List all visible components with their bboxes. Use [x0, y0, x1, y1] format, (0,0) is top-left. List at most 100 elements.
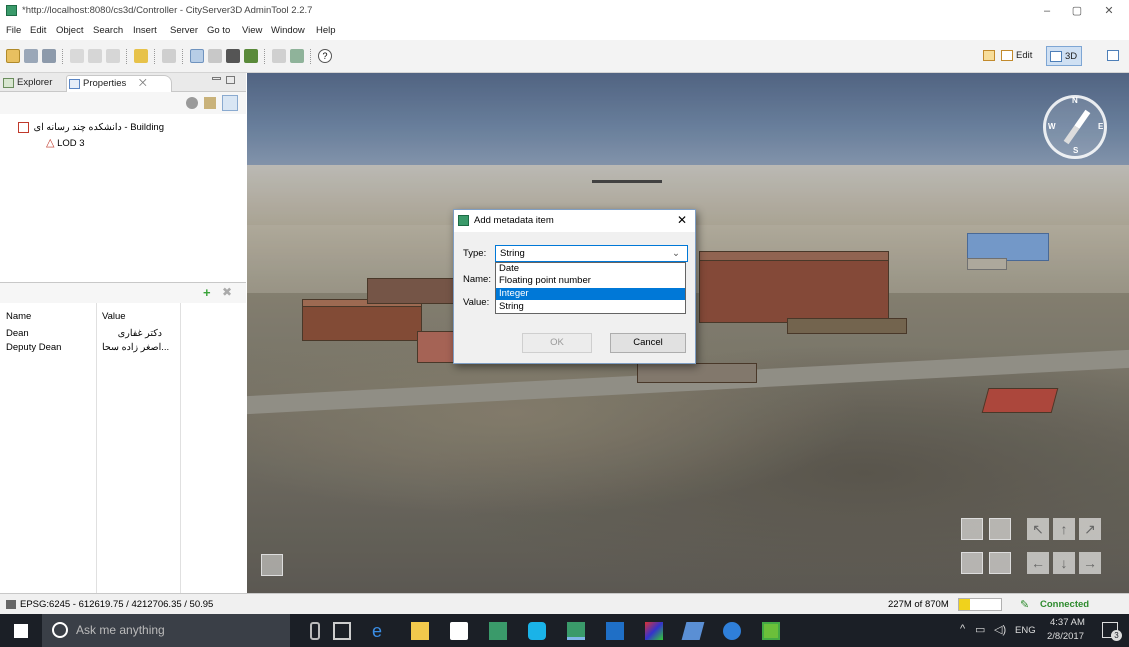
volume-icon[interactable]: ◁): [994, 623, 1006, 636]
focus-icon[interactable]: [208, 49, 222, 63]
menu-edit[interactable]: Edit: [30, 25, 46, 36]
colorful-app-icon[interactable]: [645, 622, 663, 640]
minimize-button[interactable]: –: [1032, 3, 1062, 19]
open-icon[interactable]: [6, 49, 20, 63]
navigate-icon[interactable]: [190, 49, 204, 63]
ce-app-icon[interactable]: [762, 622, 780, 640]
remove-icon[interactable]: ✖: [222, 285, 232, 299]
cancel-button[interactable]: Cancel: [610, 333, 686, 353]
dropdown-option-string[interactable]: String: [496, 301, 685, 313]
paste-icon[interactable]: [106, 49, 120, 63]
pan-up-left-icon[interactable]: ↖: [1027, 518, 1049, 540]
fly-icon[interactable]: [244, 49, 258, 63]
home-view-icon[interactable]: [261, 554, 283, 576]
tree-item-lod[interactable]: △ LOD 3: [46, 136, 85, 149]
property-name[interactable]: Dean: [6, 328, 29, 339]
link-object-icon[interactable]: [186, 97, 198, 109]
type-label: Type:: [463, 248, 487, 259]
language-indicator[interactable]: ENG: [1015, 625, 1036, 636]
dialog-close-icon[interactable]: ✕: [677, 213, 687, 227]
type-select[interactable]: String ⌄: [495, 245, 688, 262]
pan-up-right-icon[interactable]: ↗: [1079, 518, 1101, 540]
dropdown-option-date[interactable]: Date: [496, 263, 685, 275]
action-center-icon[interactable]: 3: [1102, 622, 1122, 641]
rotate-right-icon[interactable]: [961, 552, 983, 574]
pan-up-icon[interactable]: ↑: [1053, 518, 1075, 540]
windows-start-icon[interactable]: [14, 624, 28, 638]
tilt-down-icon[interactable]: [989, 552, 1011, 574]
menu-insert[interactable]: Insert: [133, 25, 157, 36]
window-title: *http://localhost:8080/cs3d/Controller -…: [22, 5, 313, 16]
pan-left-icon[interactable]: ←: [1027, 552, 1049, 574]
network-icon[interactable]: ▭: [975, 623, 985, 636]
cityserver-icon[interactable]: [567, 622, 585, 640]
microphone-icon[interactable]: [310, 622, 320, 640]
pan-down-icon[interactable]: ↓: [1053, 552, 1075, 574]
properties-icon: [69, 79, 80, 89]
network-app-icon[interactable]: [606, 622, 624, 640]
column-header-value[interactable]: Value: [102, 311, 126, 322]
menu-object[interactable]: Object: [56, 25, 83, 36]
ok-button[interactable]: OK: [522, 333, 592, 353]
clock-time[interactable]: 4:37 AM: [1050, 617, 1085, 628]
compass[interactable]: N S E W: [1043, 95, 1107, 159]
save-icon[interactable]: [24, 49, 38, 63]
tab-explorer[interactable]: Explorer: [1, 75, 65, 92]
menu-window[interactable]: Window: [271, 25, 305, 36]
pan-right-icon[interactable]: →: [1079, 552, 1101, 574]
skype-icon[interactable]: [528, 622, 546, 640]
save-all-icon[interactable]: [42, 49, 56, 63]
perspective-other[interactable]: [1104, 46, 1126, 66]
file-explorer-icon[interactable]: [411, 622, 429, 640]
close-tab-icon[interactable]: ⨉: [139, 76, 147, 92]
copy-icon[interactable]: [88, 49, 102, 63]
edge-icon[interactable]: e: [372, 622, 390, 640]
properties-pane: + ✖ Name Value Dean دکتر غفاری Deputy De…: [0, 282, 246, 594]
tree-item-building[interactable]: دانشکده چند رسانه ای - Building: [18, 122, 164, 133]
clock-date[interactable]: 2/8/2017: [1047, 631, 1084, 642]
table-perspective-icon: [1107, 50, 1119, 61]
tilt-up-icon[interactable]: [989, 518, 1011, 540]
chevron-up-icon[interactable]: ^: [960, 623, 965, 635]
add-icon[interactable]: +: [203, 285, 211, 300]
perspective-3d[interactable]: 3D: [1046, 46, 1083, 66]
maximize-view-icon[interactable]: [226, 76, 235, 84]
menu-file[interactable]: File: [6, 25, 21, 36]
link-icon[interactable]: [162, 49, 176, 63]
app-icon-green[interactable]: [489, 622, 507, 640]
memory-bar[interactable]: [958, 598, 1002, 611]
dropdown-option-integer[interactable]: Integer: [496, 288, 685, 300]
explorer-icon: [3, 78, 14, 88]
menu-goto[interactable]: Go to: [207, 25, 230, 36]
rotate-left-icon[interactable]: [961, 518, 983, 540]
import-icon[interactable]: [134, 49, 148, 63]
task-view-icon[interactable]: [333, 622, 351, 640]
filter-icon[interactable]: [204, 97, 216, 109]
walk-icon[interactable]: [226, 49, 240, 63]
property-value[interactable]: دکتر غفاری: [102, 328, 162, 339]
close-button[interactable]: ✕: [1094, 3, 1124, 19]
minimize-view-icon[interactable]: [212, 77, 221, 80]
maximize-button[interactable]: ▢: [1062, 3, 1092, 19]
compass-north: N: [1072, 96, 1078, 105]
store-icon[interactable]: [450, 622, 468, 640]
property-name[interactable]: Deputy Dean: [6, 342, 61, 353]
perspective-edit[interactable]: Edit: [998, 46, 1036, 66]
property-value[interactable]: اصغر زاده سحا...: [102, 342, 169, 353]
menu-help[interactable]: Help: [316, 25, 336, 36]
menu-search[interactable]: Search: [93, 25, 123, 36]
measure-icon[interactable]: [272, 49, 286, 63]
menu-view[interactable]: View: [242, 25, 262, 36]
screenshot-icon[interactable]: [290, 49, 304, 63]
help-icon[interactable]: ?: [318, 49, 332, 63]
globe-app-icon[interactable]: [723, 622, 741, 640]
column-header-name[interactable]: Name: [6, 311, 31, 322]
menu-server[interactable]: Server: [170, 25, 198, 36]
cortana-search-box[interactable]: Ask me anything: [42, 614, 290, 647]
connection-status: Connected: [1040, 599, 1090, 610]
cut-icon[interactable]: [70, 49, 84, 63]
sync-icon[interactable]: [222, 95, 238, 111]
tab-properties[interactable]: Properties ⨉: [66, 75, 172, 92]
notes-app-icon[interactable]: [681, 622, 705, 640]
dropdown-option-float[interactable]: Floating point number: [496, 275, 685, 287]
